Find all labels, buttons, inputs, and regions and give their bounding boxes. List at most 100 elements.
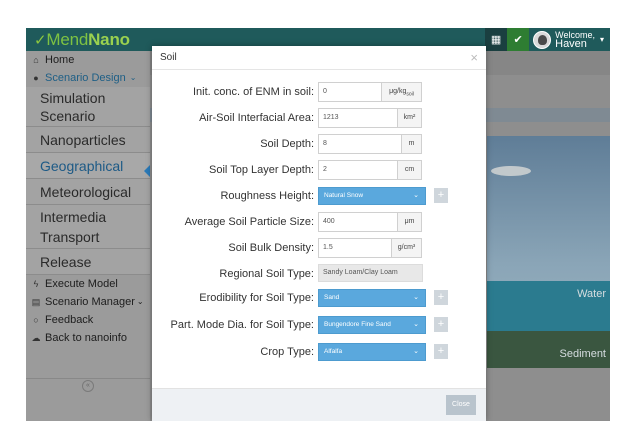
soil-depth-input[interactable]: 8 (318, 134, 402, 154)
bolt-icon: ϟ (33, 279, 39, 289)
field-particle-size: Average Soil Particle Size: 400 μm (152, 212, 486, 232)
select-value: Alfalfa (324, 348, 343, 355)
field-soil-depth: Soil Depth: 8 m (152, 134, 486, 154)
add-button[interactable]: + (434, 188, 448, 203)
sidebar: ⌂ Home ● Scenario Design ⌄ Simulation Scena… (26, 51, 150, 421)
globe-icon: ● (33, 73, 39, 83)
unit-addon: μg/kgsoil (382, 82, 422, 102)
cloud-shape (491, 166, 531, 176)
modal-footer: Close (152, 388, 486, 421)
modal-title: Soil (160, 52, 177, 63)
app-logo[interactable]: ✓MendNano (34, 28, 130, 51)
init-conc-input[interactable]: 0 (318, 82, 382, 102)
user-menu[interactable]: Welcome, Haven ▾ (529, 28, 610, 51)
unit-addon: m (402, 134, 422, 154)
field-label: Roughness Height: (220, 190, 314, 202)
sidebar-sub-intermedia[interactable]: Intermedia Transport (26, 205, 150, 249)
cloud-icon: ☁ (31, 333, 41, 343)
field-label: Init. conc. of ENM in soil: (192, 86, 314, 98)
field-init-conc: Init. conc. of ENM in soil: 0 μg/kgsoil (152, 82, 486, 102)
save-icon: ▤ (31, 297, 41, 307)
select-value: Sand (324, 294, 340, 301)
field-label: Soil Bulk Density: (228, 242, 314, 254)
chevron-down-icon: ⌄ (413, 192, 419, 199)
check-icon[interactable]: ✔ (507, 28, 530, 51)
sidebar-item-back[interactable]: ☁ Back to nanoinfo (26, 329, 150, 347)
field-label: Air-Soil Interfacial Area: (199, 112, 314, 124)
unit-subscript: soil (406, 91, 414, 98)
add-button[interactable]: + (434, 290, 448, 305)
topbar-icons: ▦ ✔ Welcome, Haven ▾ (485, 28, 610, 51)
list-icon[interactable]: ▦ (485, 28, 508, 51)
field-label: Part. Mode Dia. for Soil Type: (170, 319, 314, 331)
leaf-icon: ✓ (34, 32, 47, 49)
field-label: Regional Soil Type: (219, 268, 314, 280)
chevron-down-icon: ⌄ (413, 321, 419, 328)
part-mode-select[interactable]: Bungendore Fine Sand ⌄ (318, 316, 426, 334)
user-name: Haven (555, 37, 587, 50)
air-soil-input[interactable]: 1213 (318, 108, 398, 128)
regional-type-value: Sandy Loam/Clay Loam (318, 264, 423, 282)
add-button[interactable]: + (434, 344, 448, 359)
sidebar-item-home[interactable]: ⌂ Home (26, 51, 150, 69)
unit-addon: km² (398, 108, 422, 128)
bulk-density-input[interactable]: 1.5 (318, 238, 392, 258)
unit-text: μg/kg (389, 88, 407, 95)
unit-addon: μm (398, 212, 422, 232)
water-label: Water (577, 288, 606, 300)
home-icon: ⌂ (33, 55, 39, 65)
select-value: Natural Snow (324, 192, 364, 199)
top-layer-input[interactable]: 2 (318, 160, 398, 180)
sidebar-item-execute[interactable]: ϟ Execute Model (26, 275, 150, 293)
sidebar-sub-geographical[interactable]: Geographical (26, 153, 150, 179)
crop-type-select[interactable]: Alfalfa ⌄ (318, 343, 426, 361)
sidebar-item-feedback[interactable]: ○ Feedback (26, 311, 150, 329)
sidebar-sub-simulation[interactable]: Simulation Scenario (26, 87, 150, 127)
chevron-down-icon: ⌄ (136, 297, 144, 306)
active-indicator (144, 165, 150, 177)
sidebar-sub-nanoparticles[interactable]: Nanoparticles (26, 127, 150, 153)
soil-modal: Soil × Init. conc. of ENM in soil: 0 μg/… (152, 46, 486, 421)
sidebar-footer: « (26, 378, 150, 392)
field-label: Soil Depth: (260, 138, 314, 150)
modal-body: Init. conc. of ENM in soil: 0 μg/kgsoil … (152, 70, 486, 387)
sidebar-item-label: Scenario Design (45, 72, 126, 84)
field-part-mode: Part. Mode Dia. for Soil Type: Bungendor… (152, 315, 486, 335)
caret-down-icon: ▾ (599, 35, 604, 44)
chevron-down-icon: ⌄ (413, 294, 419, 301)
logo-strong: Nano (88, 30, 130, 49)
sidebar-sub-meteorological[interactable]: Meteorological (26, 179, 150, 205)
add-button[interactable]: + (434, 317, 448, 332)
sidebar-item-label: Feedback (45, 314, 94, 326)
sidebar-sub-release[interactable]: Release (26, 249, 150, 275)
sidebar-item-scenario-design[interactable]: ● Scenario Design ⌄ (26, 69, 150, 87)
sediment-label: Sediment (559, 348, 606, 360)
comment-icon: ○ (33, 315, 39, 325)
sidebar-item-label: Scenario Manager (45, 296, 135, 308)
modal-header: Soil × (152, 46, 486, 70)
field-label: Erodibility for Soil Type: (199, 292, 314, 304)
unit-addon: g/cm³ (392, 238, 422, 258)
field-top-layer: Soil Top Layer Depth: 2 cm (152, 160, 486, 180)
field-erodibility: Erodibility for Soil Type: Sand ⌄ + (152, 288, 486, 308)
scene-diagram: Water Sediment (487, 136, 610, 368)
particle-size-input[interactable]: 400 (318, 212, 398, 232)
sidebar-item-label: Home (45, 54, 75, 66)
avatar (533, 30, 552, 49)
field-label: Average Soil Particle Size: (184, 216, 314, 228)
sidebar-item-label: Execute Model (45, 278, 118, 290)
unit-addon: cm (398, 160, 422, 180)
roughness-select[interactable]: Natural Snow ⌄ (318, 187, 426, 205)
welcome-text: Welcome, Haven (555, 30, 595, 50)
field-label: Crop Type: (260, 346, 314, 358)
erodibility-select[interactable]: Sand ⌄ (318, 289, 426, 307)
select-value: Bungendore Fine Sand (324, 321, 391, 328)
close-button[interactable]: Close (446, 395, 476, 415)
sidebar-item-label: Back to nanoinfo (45, 332, 127, 344)
field-bulk-density: Soil Bulk Density: 1.5 g/cm³ (152, 238, 486, 258)
field-label: Soil Top Layer Depth: (209, 164, 314, 176)
collapse-icon[interactable]: « (82, 379, 94, 392)
field-crop-type: Crop Type: Alfalfa ⌄ + (152, 342, 486, 362)
close-icon[interactable]: × (470, 51, 478, 64)
sidebar-item-scenario-manager[interactable]: ▤ Scenario Manager ⌄ (26, 293, 150, 311)
